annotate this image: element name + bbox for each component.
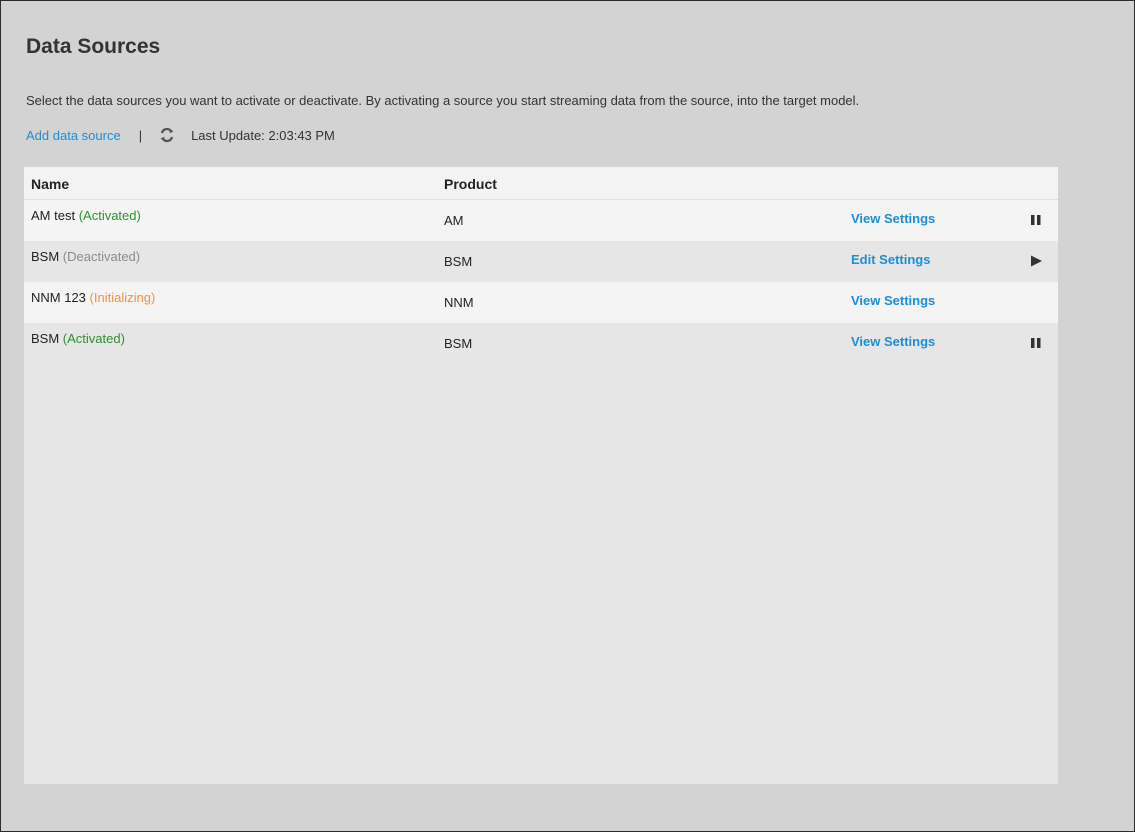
product-cell: BSM (444, 336, 473, 351)
view-settings-link[interactable]: View Settings (851, 334, 935, 349)
source-name: BSM (Deactivated) (31, 249, 140, 264)
app-frame: Data Sources Select the data sources you… (0, 0, 1135, 832)
toolbar: Add data source | Last Update: 2:03:43 P… (26, 125, 335, 145)
view-settings-link[interactable]: View Settings (851, 211, 935, 226)
source-name-text: NNM 123 (31, 290, 86, 305)
product-cell: BSM (444, 254, 473, 269)
status-badge: (Activated) (78, 208, 141, 223)
table-row: BSM (Deactivated) BSM Edit Settings (24, 241, 1058, 282)
add-data-source-link[interactable]: Add data source (26, 128, 121, 143)
source-name: AM test (Activated) (31, 208, 141, 223)
table-row: AM test (Activated) AM View Settings (24, 200, 1058, 241)
pause-icon[interactable] (1029, 213, 1043, 230)
table-header-row: Name Product (24, 167, 1058, 200)
data-sources-table: Name Product AM test (Activated) AM View… (24, 167, 1058, 784)
source-name-text: BSM (31, 331, 60, 346)
table-row: BSM (Activated) BSM View Settings (24, 323, 1058, 364)
page-description: Select the data sources you want to acti… (26, 93, 860, 108)
source-name-text: AM test (31, 208, 76, 223)
page-title: Data Sources (26, 35, 161, 58)
product-cell: NNM (444, 295, 474, 310)
column-header-product: Product (444, 176, 497, 192)
pause-icon[interactable] (1029, 336, 1043, 353)
table-row: NNM 123 (Initializing) NNM View Settings (24, 282, 1058, 323)
play-icon[interactable] (1029, 254, 1043, 271)
column-header-name: Name (31, 176, 70, 192)
view-settings-link[interactable]: View Settings (851, 293, 935, 308)
status-badge: (Deactivated) (62, 249, 141, 264)
status-badge: (Initializing) (89, 290, 156, 305)
last-update-text: Last Update: 2:03:43 PM (191, 127, 335, 143)
toolbar-separator: | (138, 127, 143, 143)
edit-settings-link[interactable]: Edit Settings (851, 252, 930, 267)
source-name-text: BSM (31, 249, 60, 264)
status-badge: (Activated) (62, 331, 125, 346)
source-name: NNM 123 (Initializing) (31, 290, 155, 305)
source-name: BSM (Activated) (31, 331, 125, 346)
refresh-icon[interactable] (159, 127, 175, 143)
product-cell: AM (444, 213, 464, 228)
